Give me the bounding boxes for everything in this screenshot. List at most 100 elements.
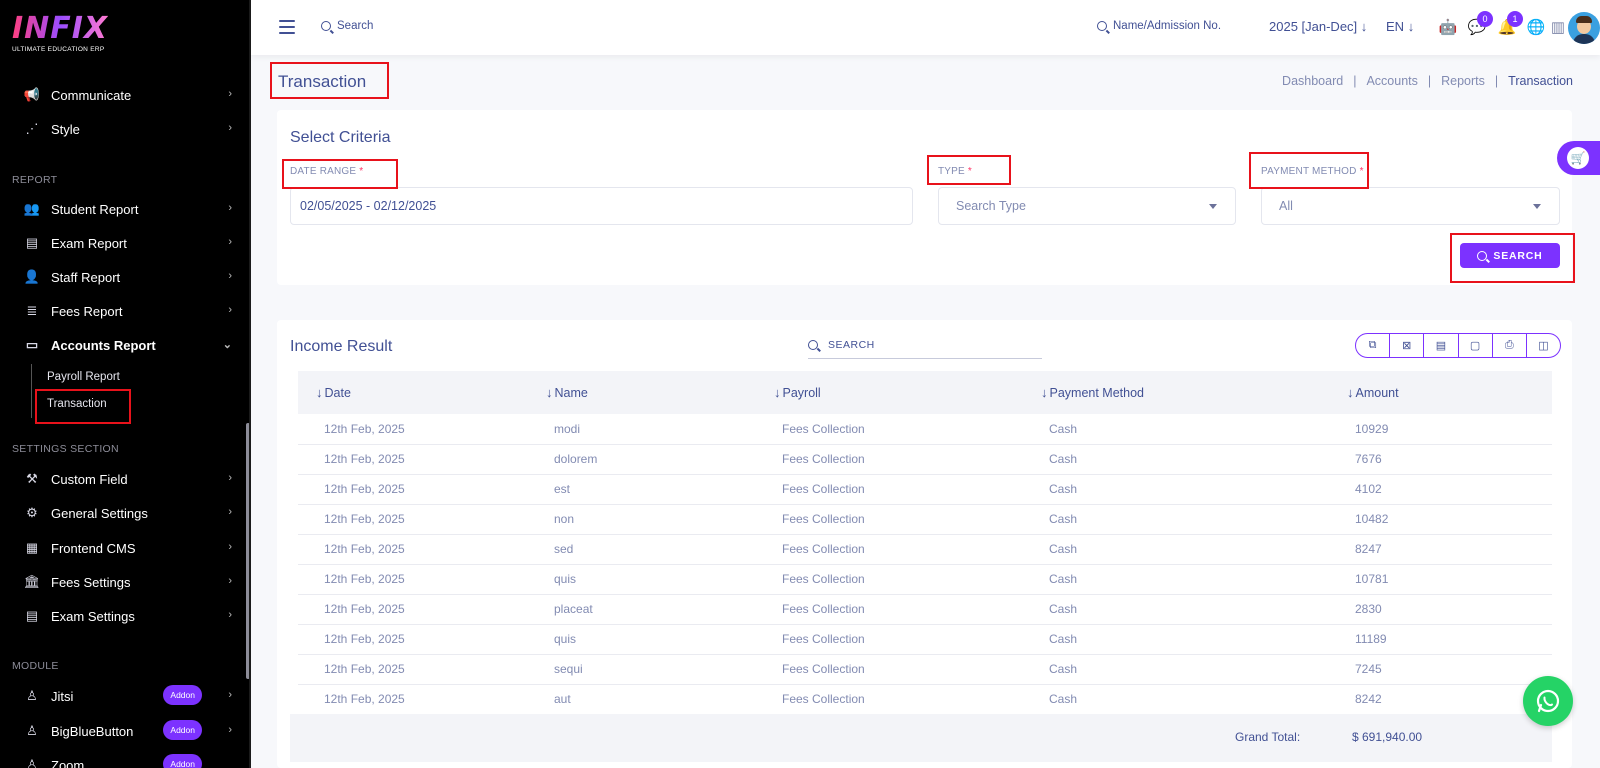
date-range-input[interactable]: 02/05/2025 - 02/12/2025	[290, 187, 913, 225]
table-cell: sequi	[554, 662, 583, 676]
globe-icon[interactable]: 🌐	[1526, 17, 1546, 37]
chevron-right-icon: ›	[228, 689, 232, 701]
breadcrumb-dashboard[interactable]: Dashboard	[1282, 74, 1343, 88]
column-header-amount[interactable]: ↓ Amount	[1329, 371, 1552, 414]
sidebar-item-label: Staff Report	[51, 269, 121, 285]
logo[interactable]: INFIX ULTIMATE EDUCATION ERP	[12, 14, 108, 54]
server-icon: ≣	[26, 303, 38, 318]
sidebar-item-student-report[interactable]: 👥 Student Report ›	[22, 196, 232, 222]
cms-icon: ▦	[25, 540, 39, 555]
sidebar-item-communicate[interactable]: 📢 Communicate ›	[22, 82, 232, 108]
table-cell: Fees Collection	[782, 632, 865, 646]
sidebar-item-style[interactable]: ⋰ Style ›	[22, 116, 233, 142]
table-cell: Cash	[1049, 662, 1078, 676]
user-avatar[interactable]	[1568, 12, 1600, 44]
sidebar-item-staff-report[interactable]: 👤 Staff Report ›	[22, 264, 232, 290]
chevron-right-icon: ›	[228, 724, 232, 736]
search-button[interactable]: SEARCH	[1460, 243, 1560, 268]
csv-icon[interactable]: ▤	[1424, 334, 1459, 357]
table-cell: 12th Feb, 2025	[324, 542, 405, 556]
table-search-input[interactable]: SEARCH	[808, 331, 1042, 359]
submenu-line	[31, 364, 32, 418]
sidebar-item-custom-field[interactable]: ⚒ Custom Field ›	[22, 466, 232, 492]
search-icon	[1477, 250, 1488, 261]
floating-cart-button[interactable]: 🛒	[1557, 141, 1600, 175]
stats-icon[interactable]: ▥	[1548, 17, 1568, 37]
addon-badge: Addon	[163, 685, 202, 705]
menu-toggle-button[interactable]	[279, 20, 295, 34]
breadcrumb-accounts[interactable]: Accounts	[1366, 74, 1417, 88]
custom-field-icon: ⚒	[26, 471, 38, 486]
sidebar-item-fees-settings[interactable]: 🏛 Fees Settings ›	[22, 569, 232, 595]
sidebar-item-zoom[interactable]: ♙ Zoom Addon	[22, 752, 232, 768]
sidebar-scrollbar[interactable]	[246, 423, 249, 679]
sidebar-item-label: Custom Field	[51, 471, 128, 487]
submenu-item-payroll-report[interactable]: Payroll Report	[47, 371, 120, 383]
table-cell: dolorem	[554, 452, 598, 466]
sort-arrow-icon: ↓	[774, 385, 781, 400]
sidebar-item-fees-report[interactable]: ≣ Fees Report ›	[22, 298, 232, 324]
chevron-right-icon: ›	[228, 541, 232, 553]
person-icon: ♙	[26, 723, 38, 738]
chat-badge: 0	[1477, 11, 1493, 27]
submenu-item-transaction[interactable]: Transaction	[47, 398, 107, 410]
criteria-title: Select Criteria	[290, 129, 391, 146]
column-header-payroll[interactable]: ↓ Payroll	[756, 371, 1023, 414]
addon-badge: Addon	[163, 754, 202, 768]
table-cell: sed	[554, 542, 574, 556]
table-row: 12th Feb, 2025 dolorem Fees Collection Cash…	[298, 444, 1552, 474]
notification-badge: 1	[1507, 11, 1523, 27]
table-cell: placeat	[554, 602, 593, 616]
exam-icon: ▤	[25, 608, 39, 623]
table-cell: 12th Feb, 2025	[324, 482, 405, 496]
excel-icon[interactable]: ⊠	[1390, 334, 1425, 357]
breadcrumb-reports[interactable]: Reports	[1441, 74, 1485, 88]
academic-year-select[interactable]: 2025 [Jan-Dec] ↓	[1269, 19, 1367, 34]
whatsapp-button[interactable]	[1523, 676, 1573, 726]
sidebar-item-exam-settings[interactable]: ▤ Exam Settings ›	[22, 603, 232, 629]
sidebar-item-accounts-report[interactable]: ▭ Accounts Report ⌄	[22, 332, 232, 358]
table-cell: Cash	[1049, 632, 1078, 646]
sidebar-item-label: General Settings	[51, 505, 148, 521]
table-cell: non	[554, 512, 575, 526]
chevron-right-icon: ›	[228, 236, 232, 248]
student-search[interactable]: Name/Admission No.	[1097, 20, 1221, 32]
column-header-date[interactable]: ↓ Date	[298, 371, 528, 414]
search-icon	[321, 21, 331, 31]
table-cell: Fees Collection	[782, 512, 865, 526]
sidebar-item-label: Accounts Report	[51, 337, 156, 353]
sidebar-item-exam-report[interactable]: ▤ Exam Report ›	[22, 230, 232, 256]
column-header-payment-method[interactable]: ↓ Payment Method	[1023, 371, 1329, 414]
table-header-row: ↓ Date ↓ Name ↓ Payroll ↓ Payment Method ↓ Am…	[298, 371, 1552, 414]
table-cell: Fees Collection	[782, 602, 865, 616]
language-select[interactable]: EN ↓	[1386, 19, 1414, 34]
table-cell: Cash	[1049, 572, 1078, 586]
payment-method-select[interactable]: All	[1261, 187, 1560, 225]
sidebar-item-general-settings[interactable]: ⚙ General Settings ›	[22, 500, 232, 526]
columns-icon[interactable]: ◫	[1527, 334, 1560, 357]
sidebar-item-bigbluebutton[interactable]: ♙ BigBlueButton Addon ›	[22, 718, 232, 744]
sidebar-item-frontend-cms[interactable]: ▦ Frontend CMS ›	[22, 535, 232, 561]
fees-icon: 🏛	[23, 574, 41, 589]
table-cell: Fees Collection	[782, 662, 865, 676]
pdf-icon[interactable]: ▢	[1459, 334, 1493, 357]
gears-icon: ⚙	[26, 505, 38, 520]
table-cell: Cash	[1049, 512, 1078, 526]
type-select[interactable]: Search Type	[938, 187, 1236, 225]
table-row: 12th Feb, 2025 sequi Fees Collection Cash 72…	[298, 654, 1552, 684]
print-icon[interactable]: ⎙	[1493, 334, 1527, 357]
bell-icon[interactable]: 🔔 1	[1497, 11, 1523, 37]
sidebar-item-jitsi[interactable]: ♙ Jitsi Addon ›	[22, 683, 232, 709]
export-buttons: ⧉ ⊠ ▤ ▢ ⎙ ◫	[1355, 333, 1561, 358]
robot-icon[interactable]: 🤖	[1438, 17, 1458, 37]
students-icon: 👥	[23, 201, 41, 216]
table-cell: Cash	[1049, 452, 1078, 466]
chat-icon[interactable]: 💬 0	[1467, 11, 1493, 37]
table-cell: 8247	[1355, 542, 1382, 556]
global-search[interactable]: Search	[321, 20, 373, 32]
chevron-right-icon: ›	[228, 122, 232, 134]
style-icon: ⋰	[25, 121, 39, 136]
copy-icon[interactable]: ⧉	[1356, 334, 1391, 357]
column-header-name[interactable]: ↓ Name	[528, 371, 756, 414]
table-cell: 12th Feb, 2025	[324, 512, 405, 526]
